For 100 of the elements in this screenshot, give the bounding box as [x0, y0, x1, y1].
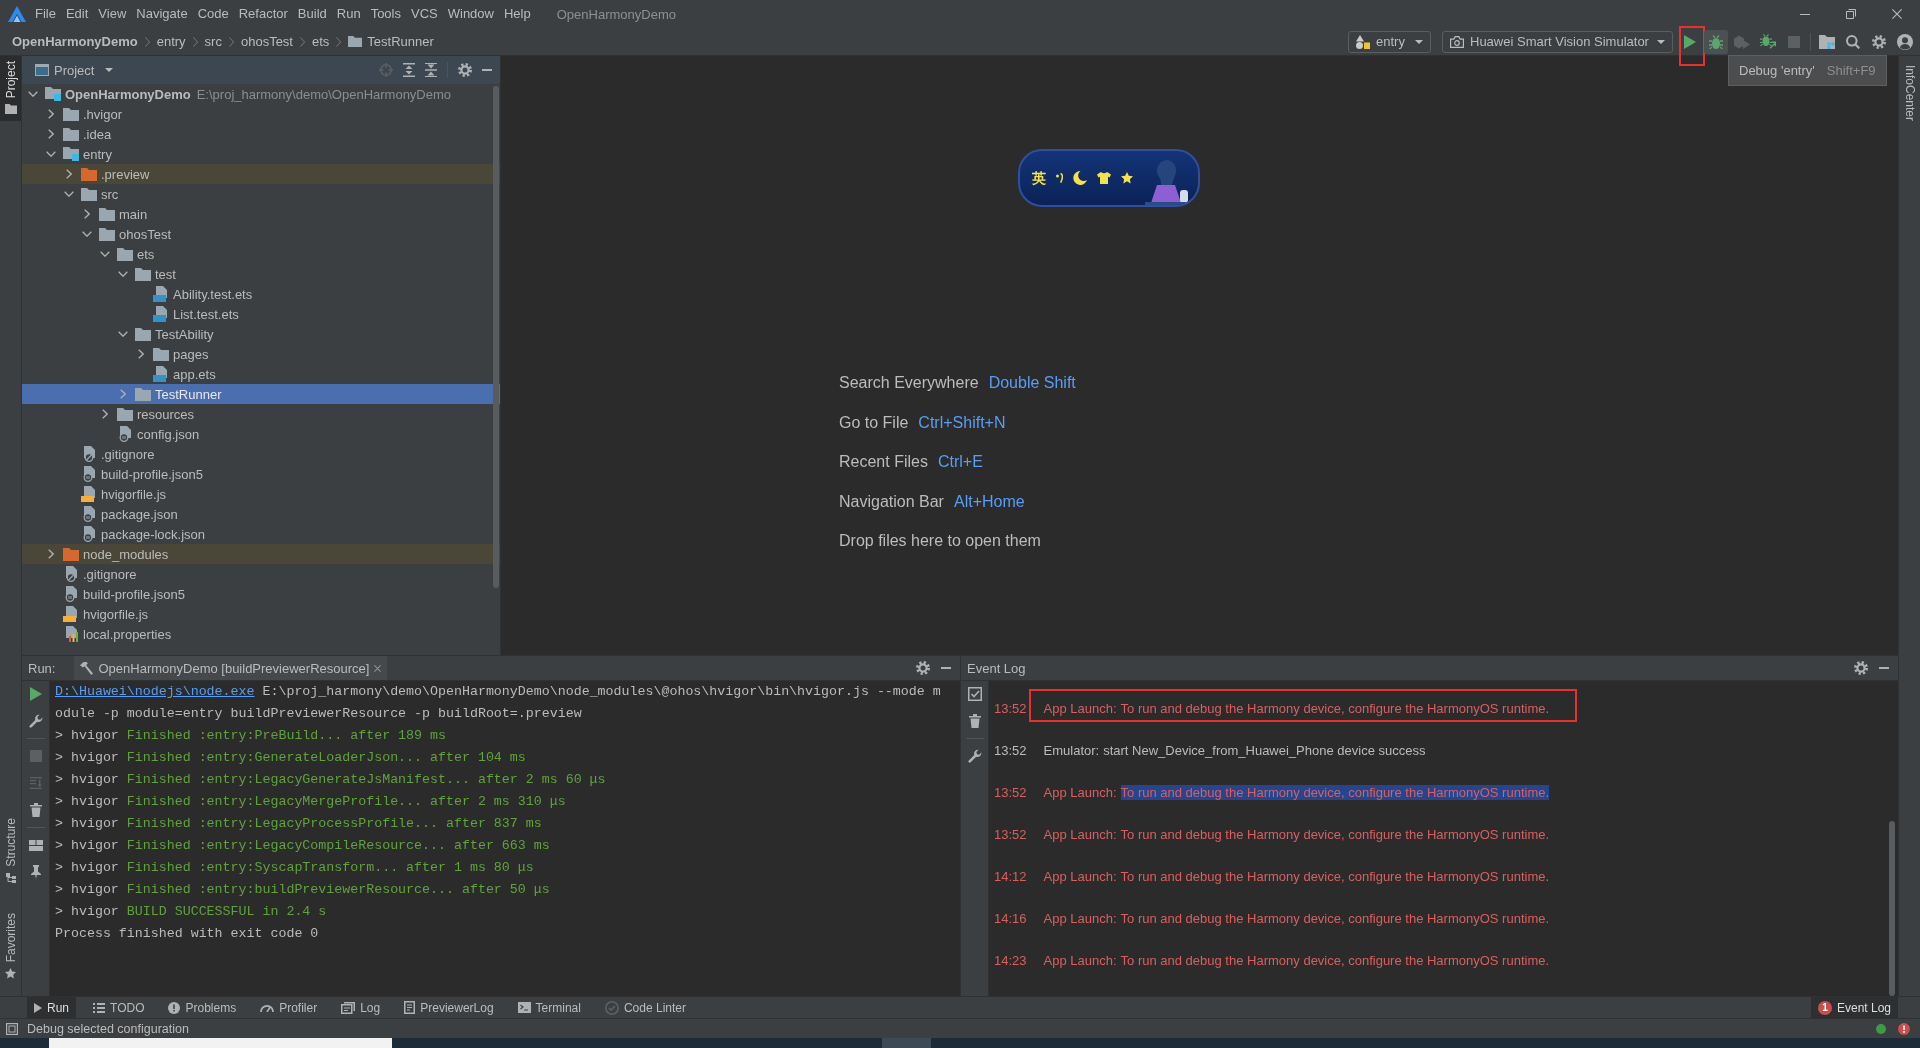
gauge-icon: [260, 1003, 275, 1012]
device-dropdown[interactable]: Huawei Smart Vision Simulator: [1442, 30, 1673, 53]
tree-item[interactable]: .idea: [22, 124, 500, 144]
breadcrumb-item[interactable]: ets: [308, 31, 334, 52]
tree-item[interactable]: test: [22, 264, 500, 284]
menu-item[interactable]: Run: [331, 3, 366, 25]
tree-item[interactable]: .preview: [22, 164, 500, 184]
tool-window-tab[interactable]: Problems: [161, 997, 244, 1018]
tree-item[interactable]: build-profile.json5: [22, 464, 500, 484]
scrollbar-thumb[interactable]: [1889, 821, 1895, 996]
tool-window-tab[interactable]: Project: [0, 56, 21, 122]
shirt-icon[interactable]: [1097, 172, 1111, 184]
menu-item[interactable]: VCS: [406, 3, 443, 25]
menu-item[interactable]: Code: [192, 3, 234, 25]
tree-item[interactable]: local.properties: [22, 624, 500, 644]
tree-item[interactable]: config.json: [22, 424, 500, 444]
menu-item[interactable]: View: [93, 3, 132, 25]
moon-icon[interactable]: [1073, 171, 1087, 185]
settings-icon[interactable]: [916, 661, 930, 675]
chevron-right-icon[interactable]: [48, 109, 54, 119]
tree-item[interactable]: build-profile.json5: [22, 584, 500, 604]
run-configuration-dropdown[interactable]: entry: [1348, 30, 1431, 53]
tree-item[interactable]: pages: [22, 344, 500, 364]
tool-window-tab[interactable]: Run: [27, 997, 76, 1018]
menu-item[interactable]: Help: [498, 3, 536, 25]
chevron-right-icon[interactable]: [48, 129, 54, 139]
tree-item[interactable]: ets: [22, 244, 500, 264]
tool-window-tab[interactable]: Log: [334, 997, 388, 1018]
list-icon: [93, 1002, 105, 1013]
tool-window-tab[interactable]: InfoCenter: [1899, 60, 1920, 129]
tree-item[interactable]: TestRunner: [22, 384, 500, 404]
chevron-right-icon[interactable]: [138, 349, 144, 359]
error-icon[interactable]: [1898, 1022, 1910, 1035]
tree-item[interactable]: node_modules: [22, 544, 500, 564]
log-time: 13:52: [994, 784, 1027, 802]
tree-item[interactable]: src: [22, 184, 500, 204]
chevron-down-icon[interactable]: [118, 331, 128, 337]
run-tab[interactable]: OpenHarmonyDemo [buildPreviewerResource]: [74, 656, 388, 680]
chevron-down-icon[interactable]: [28, 91, 38, 97]
breadcrumb-item[interactable]: entry: [152, 31, 190, 52]
tree-item[interactable]: ohosTest: [22, 224, 500, 244]
view-selector[interactable]: Project: [35, 62, 114, 78]
file-link[interactable]: D:\Huawei\nodejs\node.exe: [55, 684, 255, 699]
tree-item[interactable]: List.test.ets: [22, 304, 500, 324]
tree-item[interactable]: .gitignore: [22, 444, 500, 464]
chevron-right-icon[interactable]: [102, 409, 108, 419]
menu-item[interactable]: Tools: [365, 3, 406, 25]
chevron-right-icon[interactable]: [48, 549, 54, 559]
breadcrumb-item[interactable]: ohosTest: [236, 31, 297, 52]
menu-item[interactable]: Window: [442, 3, 499, 25]
settings-icon[interactable]: [458, 63, 472, 77]
tree-item[interactable]: TestAbility: [22, 324, 500, 344]
tool-window-tab[interactable]: Terminal: [510, 997, 588, 1018]
tree-item[interactable]: .hvigor: [22, 104, 500, 124]
close-icon[interactable]: [374, 664, 382, 672]
tool-window-tab[interactable]: 1 Event Log: [1810, 997, 1898, 1018]
menu-item[interactable]: Build: [292, 3, 332, 25]
input-mode-button[interactable]: 英: [1032, 170, 1046, 186]
chevron-right-icon[interactable]: [84, 209, 90, 219]
tool-window-tab[interactable]: Profiler: [253, 997, 325, 1018]
tree-item[interactable]: package.json: [22, 504, 500, 524]
breadcrumb-item[interactable]: TestRunner: [344, 31, 438, 52]
menu-item[interactable]: Navigate: [131, 3, 193, 25]
breadcrumb-item[interactable]: src: [200, 31, 226, 52]
menu-item[interactable]: Refactor: [233, 3, 293, 25]
menu-item[interactable]: Edit: [60, 3, 94, 25]
settings-icon[interactable]: [1854, 661, 1868, 675]
panel-toggle-icon[interactable]: [6, 1022, 18, 1035]
tool-window-tab[interactable]: TODO: [86, 997, 152, 1018]
chevron-right-icon[interactable]: [66, 169, 72, 179]
tree-item[interactable]: resources: [22, 404, 500, 424]
scrollbar-thumb[interactable]: [493, 86, 499, 588]
punctuation-icon[interactable]: [1056, 173, 1063, 183]
tree-item[interactable]: entry: [22, 144, 500, 164]
tree-item[interactable]: OpenHarmonyDemo E:\proj_harmony\demo\OpenHarmonyDemo: [22, 84, 500, 104]
settings-icon: [1872, 34, 1886, 49]
menu-item[interactable]: File: [30, 3, 61, 25]
chevron-down-icon[interactable]: [118, 271, 128, 277]
tree-item[interactable]: Ability.test.ets: [22, 284, 500, 304]
tool-window-tab[interactable]: Structure: [0, 812, 21, 890]
log-message: App Launch: To run and debug the Harmony device, configure the HarmonyOS runtime.: [1043, 784, 1550, 802]
chevron-down-icon[interactable]: [82, 231, 92, 237]
tree-item[interactable]: main: [22, 204, 500, 224]
breadcrumb-item[interactable]: OpenHarmonyDemo: [8, 31, 142, 52]
tool-window-tab[interactable]: PreviewerLog: [397, 997, 501, 1018]
collapse-all-icon[interactable]: [425, 63, 437, 77]
tree-item[interactable]: package-lock.json: [22, 524, 500, 544]
chevron-down-icon[interactable]: [64, 191, 74, 197]
expand-all-icon[interactable]: [403, 63, 415, 77]
tree-item[interactable]: app.ets: [22, 364, 500, 384]
chevron-down-icon[interactable]: [100, 251, 110, 257]
status-dot-icon[interactable]: [1876, 1023, 1886, 1034]
tree-item[interactable]: hvigorfile.js: [22, 604, 500, 624]
tool-window-tab[interactable]: Favorites: [0, 907, 21, 986]
debug-button[interactable]: [1704, 29, 1728, 54]
chevron-down-icon[interactable]: [46, 151, 56, 157]
tree-item[interactable]: .gitignore: [22, 564, 500, 584]
tool-window-tab[interactable]: Code Linter: [597, 997, 693, 1018]
star-icon[interactable]: [1121, 172, 1133, 184]
tree-item[interactable]: hvigorfile.js: [22, 484, 500, 504]
